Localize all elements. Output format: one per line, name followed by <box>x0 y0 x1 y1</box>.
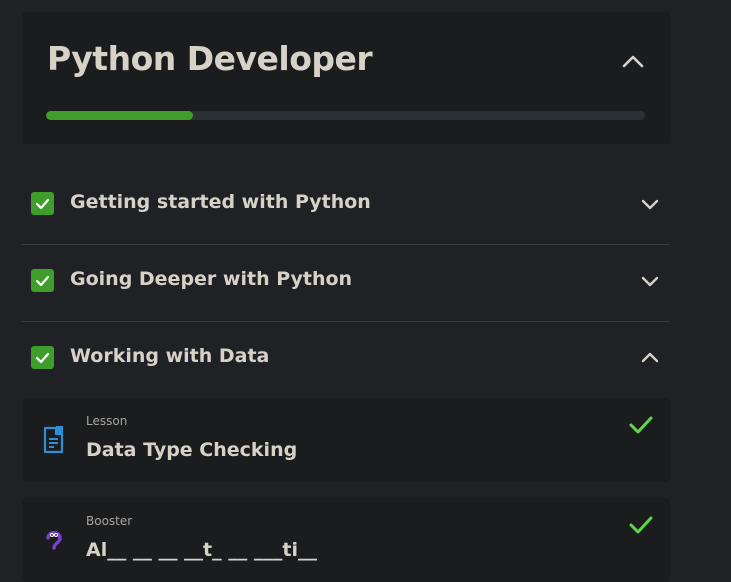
course-title: Python Developer <box>47 39 373 78</box>
item-kind-label: Lesson <box>86 414 128 428</box>
section-completed-checkbox <box>31 269 54 292</box>
lesson-item[interactable]: Lesson Data Type Checking <box>22 398 670 482</box>
booster-item[interactable]: Booster Al__ __ __ __t_ __ ___ti__ <box>22 498 670 582</box>
python-mascot-icon <box>46 531 62 550</box>
chevron-up-icon[interactable] <box>638 348 662 368</box>
course-header-card: Python Developer <box>22 12 670 144</box>
chevron-up-icon <box>622 55 644 68</box>
section-title: Getting started with Python <box>70 191 371 213</box>
section-title: Working with Data <box>70 345 270 367</box>
section-completed-checkbox <box>31 192 54 215</box>
checkmark-icon <box>35 352 50 364</box>
checkmark-icon <box>35 198 50 210</box>
checkmark-icon <box>35 275 50 287</box>
item-kind-label: Booster <box>86 514 133 528</box>
chevron-down-icon[interactable] <box>638 271 662 291</box>
completed-check-icon <box>629 516 653 534</box>
collapse-course-button[interactable] <box>618 48 648 74</box>
section-title: Going Deeper with Python <box>70 268 353 290</box>
section-going-deeper[interactable]: Going Deeper with Python <box>22 245 670 322</box>
course-progress-fill <box>46 111 194 120</box>
document-icon <box>43 426 64 454</box>
item-title: Al__ __ __ __t_ __ ___ti__ <box>86 539 317 561</box>
chevron-down-icon[interactable] <box>638 194 662 214</box>
section-working-with-data[interactable]: Working with Data <box>22 322 670 399</box>
item-title: Data Type Checking <box>86 439 298 461</box>
section-getting-started[interactable]: Getting started with Python <box>22 168 670 245</box>
section-completed-checkbox <box>31 346 54 369</box>
completed-check-icon <box>629 416 653 434</box>
course-progress-bar <box>46 111 645 120</box>
